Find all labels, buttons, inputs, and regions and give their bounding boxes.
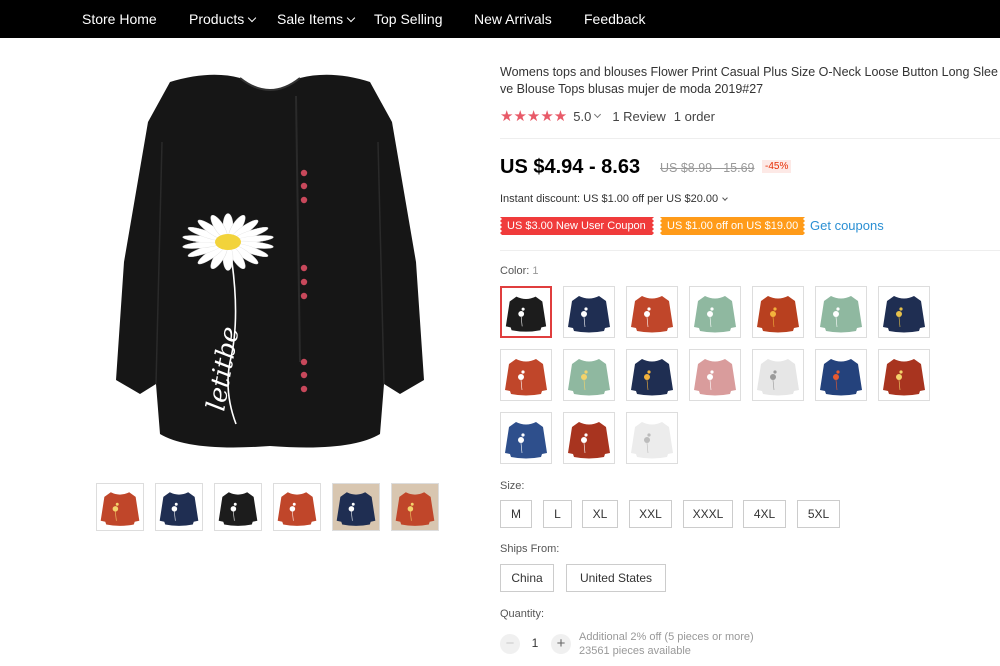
color-swatch[interactable] <box>563 412 615 464</box>
product-thumbnail[interactable] <box>214 483 262 531</box>
color-swatch[interactable] <box>626 412 678 464</box>
color-swatch[interactable] <box>626 286 678 338</box>
quantity-value[interactable]: 1 <box>527 636 543 650</box>
product-thumbnail[interactable] <box>391 483 439 531</box>
nav-store-home[interactable]: Store Home <box>82 11 157 27</box>
product-title: Womens tops and blouses Flower Print Cas… <box>500 65 998 96</box>
color-swatch[interactable] <box>500 286 552 338</box>
quantity-decrease-button[interactable]: − <box>500 634 520 654</box>
order-count: 1 order <box>673 108 715 124</box>
color-swatch[interactable] <box>752 286 804 338</box>
size-option-xxl[interactable]: XXL <box>629 500 672 528</box>
nav-sale-items-label: Sale Items <box>277 11 344 27</box>
product-thumbnail[interactable] <box>273 483 321 531</box>
instant-discount[interactable]: Instant discount: US $1.00 off per US $2… <box>500 193 728 205</box>
color-swatch[interactable] <box>563 286 615 338</box>
rating-score[interactable]: 5.0 <box>573 109 591 124</box>
divider <box>500 138 1000 139</box>
ships-from-label: Ships From: <box>500 543 560 555</box>
star-rating-icons: ★★★★★ <box>500 108 568 125</box>
color-swatch[interactable] <box>878 286 930 338</box>
color-swatch-grid <box>500 286 940 466</box>
color-swatch[interactable] <box>878 349 930 401</box>
blouse-body <box>116 74 424 448</box>
main-product-image[interactable]: letitbe <box>100 62 440 462</box>
rating-row: ★★★★★ 5.0 1 Review 1 order <box>500 107 715 125</box>
nav-sale-items[interactable]: Sale Items <box>277 11 356 27</box>
divider <box>500 250 1000 251</box>
blouse-image: letitbe <box>116 74 424 448</box>
size-option-xxxl[interactable]: XXXL <box>683 500 733 528</box>
size-option-m[interactable]: M <box>500 500 532 528</box>
color-selected-index: 1 <box>532 265 539 277</box>
ships-from-china[interactable]: China <box>500 564 554 592</box>
top-nav-bar: Store Home Products Sale Items Top Selli… <box>0 0 1000 38</box>
size-option-l[interactable]: L <box>543 500 572 528</box>
color-swatch[interactable] <box>689 286 741 338</box>
size-option-xl[interactable]: XL <box>582 500 618 528</box>
color-swatch[interactable] <box>689 349 741 401</box>
bulk-discount-note: Additional 2% off (5 pieces or more) <box>579 631 754 643</box>
quantity-label: Quantity: <box>500 608 545 620</box>
nav-products-label: Products <box>189 11 245 27</box>
size-option-5xl[interactable]: 5XL <box>797 500 840 528</box>
store-coupon[interactable]: US $1.00 off on US $19.00 <box>660 217 805 235</box>
quantity-increase-button[interactable]: + <box>551 634 571 654</box>
new-user-coupon[interactable]: US $3.00 New User Coupon <box>500 217 654 235</box>
daisy-center <box>215 234 241 250</box>
chevron-down-icon <box>346 13 356 23</box>
discount-badge: -45% <box>762 160 792 173</box>
chevron-down-icon <box>594 110 602 119</box>
review-count-link[interactable]: 1 Review <box>612 109 665 124</box>
color-swatch[interactable] <box>815 286 867 338</box>
color-swatch[interactable] <box>626 349 678 401</box>
color-swatch[interactable] <box>752 349 804 401</box>
original-price: US $8.99 - 15.69 <box>660 161 755 175</box>
ships-from-united-states[interactable]: United States <box>566 564 666 592</box>
color-swatch[interactable] <box>500 412 552 464</box>
color-swatch[interactable] <box>815 349 867 401</box>
color-swatch[interactable] <box>563 349 615 401</box>
nav-feedback[interactable]: Feedback <box>584 11 645 27</box>
size-label: Size: <box>500 480 525 492</box>
nav-top-selling[interactable]: Top Selling <box>374 11 443 27</box>
color-label: Color: 1 <box>500 265 538 277</box>
chevron-down-icon <box>248 13 257 23</box>
price-range: US $4.94 - 8.63 <box>500 156 641 178</box>
nav-new-arrivals[interactable]: New Arrivals <box>474 11 552 27</box>
nav-products[interactable]: Products <box>189 11 257 27</box>
instant-discount-text: Instant discount: US $1.00 off per US $2… <box>500 193 719 205</box>
color-label-text: Color: <box>500 265 530 277</box>
product-thumbnail[interactable] <box>155 483 203 531</box>
size-option-4xl[interactable]: 4XL <box>743 500 786 528</box>
color-swatch[interactable] <box>500 349 552 401</box>
get-coupons-link[interactable]: Get coupons <box>810 218 884 233</box>
product-thumbnail[interactable] <box>332 483 380 531</box>
product-thumbnail[interactable] <box>96 483 144 531</box>
chevron-down-icon <box>722 194 728 201</box>
pieces-available: 23561 pieces available <box>579 645 691 657</box>
